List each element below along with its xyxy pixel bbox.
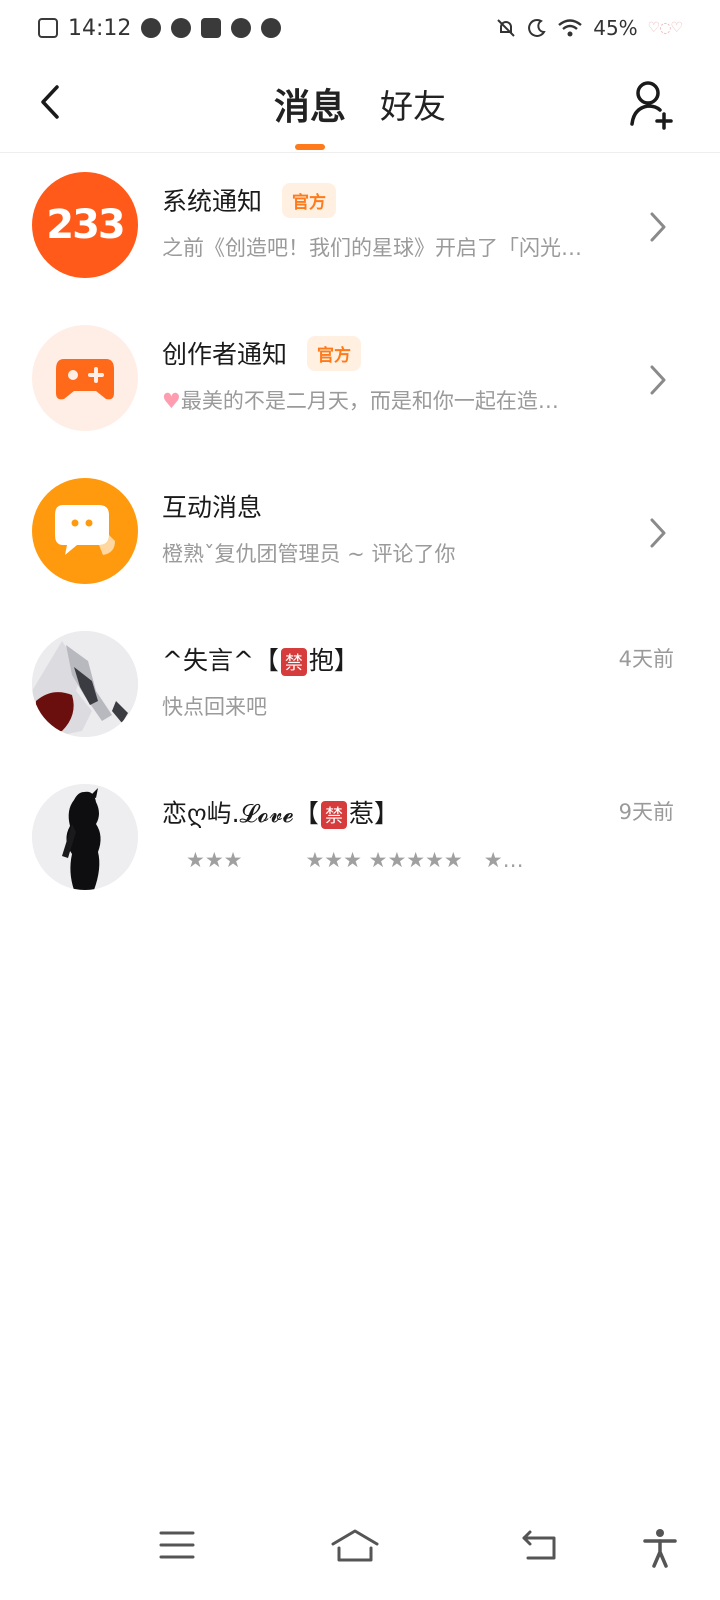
app-notification-icon	[261, 18, 282, 38]
heart-icon: ♥	[162, 389, 181, 413]
tab-friends[interactable]: 好友	[380, 56, 446, 152]
avatar	[32, 478, 138, 584]
avatar: 233	[32, 172, 138, 278]
conversation-preview: ♥最美的不是二月天，而是和你一起在造…	[162, 385, 632, 415]
conversation-name: ^失言^【禁抱】	[162, 646, 359, 676]
conversation-name: 系统通知	[162, 187, 263, 216]
user-avatar-image	[32, 631, 138, 737]
avatar	[32, 325, 138, 431]
app-notification-icon	[201, 18, 222, 38]
avatar	[32, 784, 138, 890]
status-time: 14:12	[68, 15, 132, 41]
add-friend-button[interactable]	[628, 78, 680, 130]
official-badge: 官方	[307, 335, 362, 371]
app-notification-icon	[171, 18, 192, 38]
conversation-time: 9天前	[618, 800, 674, 824]
avatar	[32, 631, 138, 737]
list-item-creator-notification[interactable]: 创作者通知 官方 ♥最美的不是二月天，而是和你一起在造…	[0, 305, 720, 458]
header: 消息 好友	[0, 56, 720, 153]
chevron-right-icon	[650, 212, 666, 242]
conversation-title: 恋ღ屿.𝓛𝓸𝓿𝓮【禁惹】	[162, 794, 399, 830]
tab-label: 消息	[273, 87, 346, 128]
home-icon	[331, 1529, 379, 1562]
chevron-right-icon	[650, 518, 666, 548]
ban-emoji-badge: 禁	[280, 648, 307, 676]
conversation-name: 恋ღ屿.𝓛𝓸𝓿𝓮【禁惹】	[162, 799, 399, 829]
conversation-title: 互动消息	[162, 488, 262, 524]
tab-bar: 消息 好友	[0, 56, 720, 152]
conversation-name: 创作者通知	[162, 340, 288, 369]
bell-off-icon	[497, 19, 515, 37]
menu-button[interactable]	[158, 1528, 202, 1572]
conversation-preview-text: 最美的不是二月天，而是和你一起在造…	[180, 389, 559, 413]
chat-bubble-icon	[55, 505, 115, 555]
back-nav-button[interactable]	[520, 1528, 564, 1572]
tab-label: 好友	[380, 87, 446, 126]
notification-dots-icon: ♡◌♡	[647, 20, 683, 36]
official-badge: 官方	[282, 182, 337, 218]
list-item-system-notification[interactable]: 233 系统通知 官方 之前《创造吧！我们的星球》开启了「闪光…	[0, 152, 720, 305]
conversation-title: ^失言^【禁抱】	[162, 641, 359, 677]
tab-active-indicator	[294, 144, 325, 150]
conversation-preview: 橙熟ˇ复仇团管理员 ~ 评论了你	[162, 542, 456, 566]
ban-emoji-badge: 禁	[320, 801, 347, 829]
battery-level: 45%	[593, 16, 638, 40]
gamepad-icon	[56, 359, 114, 400]
status-left: 14:12	[38, 15, 282, 41]
conversation-name: 互动消息	[162, 493, 263, 522]
back-arrow-icon	[522, 1530, 556, 1560]
app-notification-icon	[231, 18, 252, 38]
avatar-233-logo: 233	[46, 202, 125, 248]
list-item-friend-chat[interactable]: 恋ღ屿.𝓛𝓸𝓿𝓮【禁惹】 ★★★ ★★★ ★★★★★ ★… 9天前	[0, 764, 720, 917]
conversation-time: 4天前	[618, 647, 674, 671]
conversation-title: 创作者通知 官方	[162, 335, 362, 371]
menu-icon	[159, 1531, 195, 1559]
user-avatar-image	[32, 784, 138, 890]
accessibility-button[interactable]	[642, 1528, 686, 1572]
sim-icon	[38, 18, 58, 38]
tab-messages[interactable]: 消息	[274, 56, 346, 152]
accessibility-icon	[643, 1529, 677, 1568]
conversation-preview: 之前《创造吧！我们的星球》开启了「闪光…	[162, 236, 582, 260]
chevron-right-icon	[650, 365, 666, 395]
conversation-title: 系统通知 官方	[162, 182, 337, 218]
list-item-interaction-messages[interactable]: 互动消息 橙熟ˇ复仇团管理员 ~ 评论了你	[0, 458, 720, 611]
status-bar: 14:12 45% ♡◌♡	[0, 0, 720, 56]
conversation-list: 233 系统通知 官方 之前《创造吧！我们的星球》开启了「闪光… 创作者通知 官…	[0, 152, 720, 917]
status-right: 45% ♡◌♡	[495, 16, 683, 40]
list-item-friend-chat[interactable]: ^失言^【禁抱】 快点回来吧 4天前	[0, 611, 720, 764]
conversation-preview: 快点回来吧	[162, 695, 267, 719]
home-button[interactable]	[330, 1528, 380, 1572]
app-notification-icon	[141, 18, 162, 38]
moon-icon	[528, 19, 546, 37]
add-user-icon	[630, 81, 673, 130]
conversation-preview: ★★★ ★★★ ★★★★★ ★…	[186, 848, 524, 872]
wifi-icon	[558, 19, 582, 37]
system-nav-bar	[0, 1510, 720, 1600]
